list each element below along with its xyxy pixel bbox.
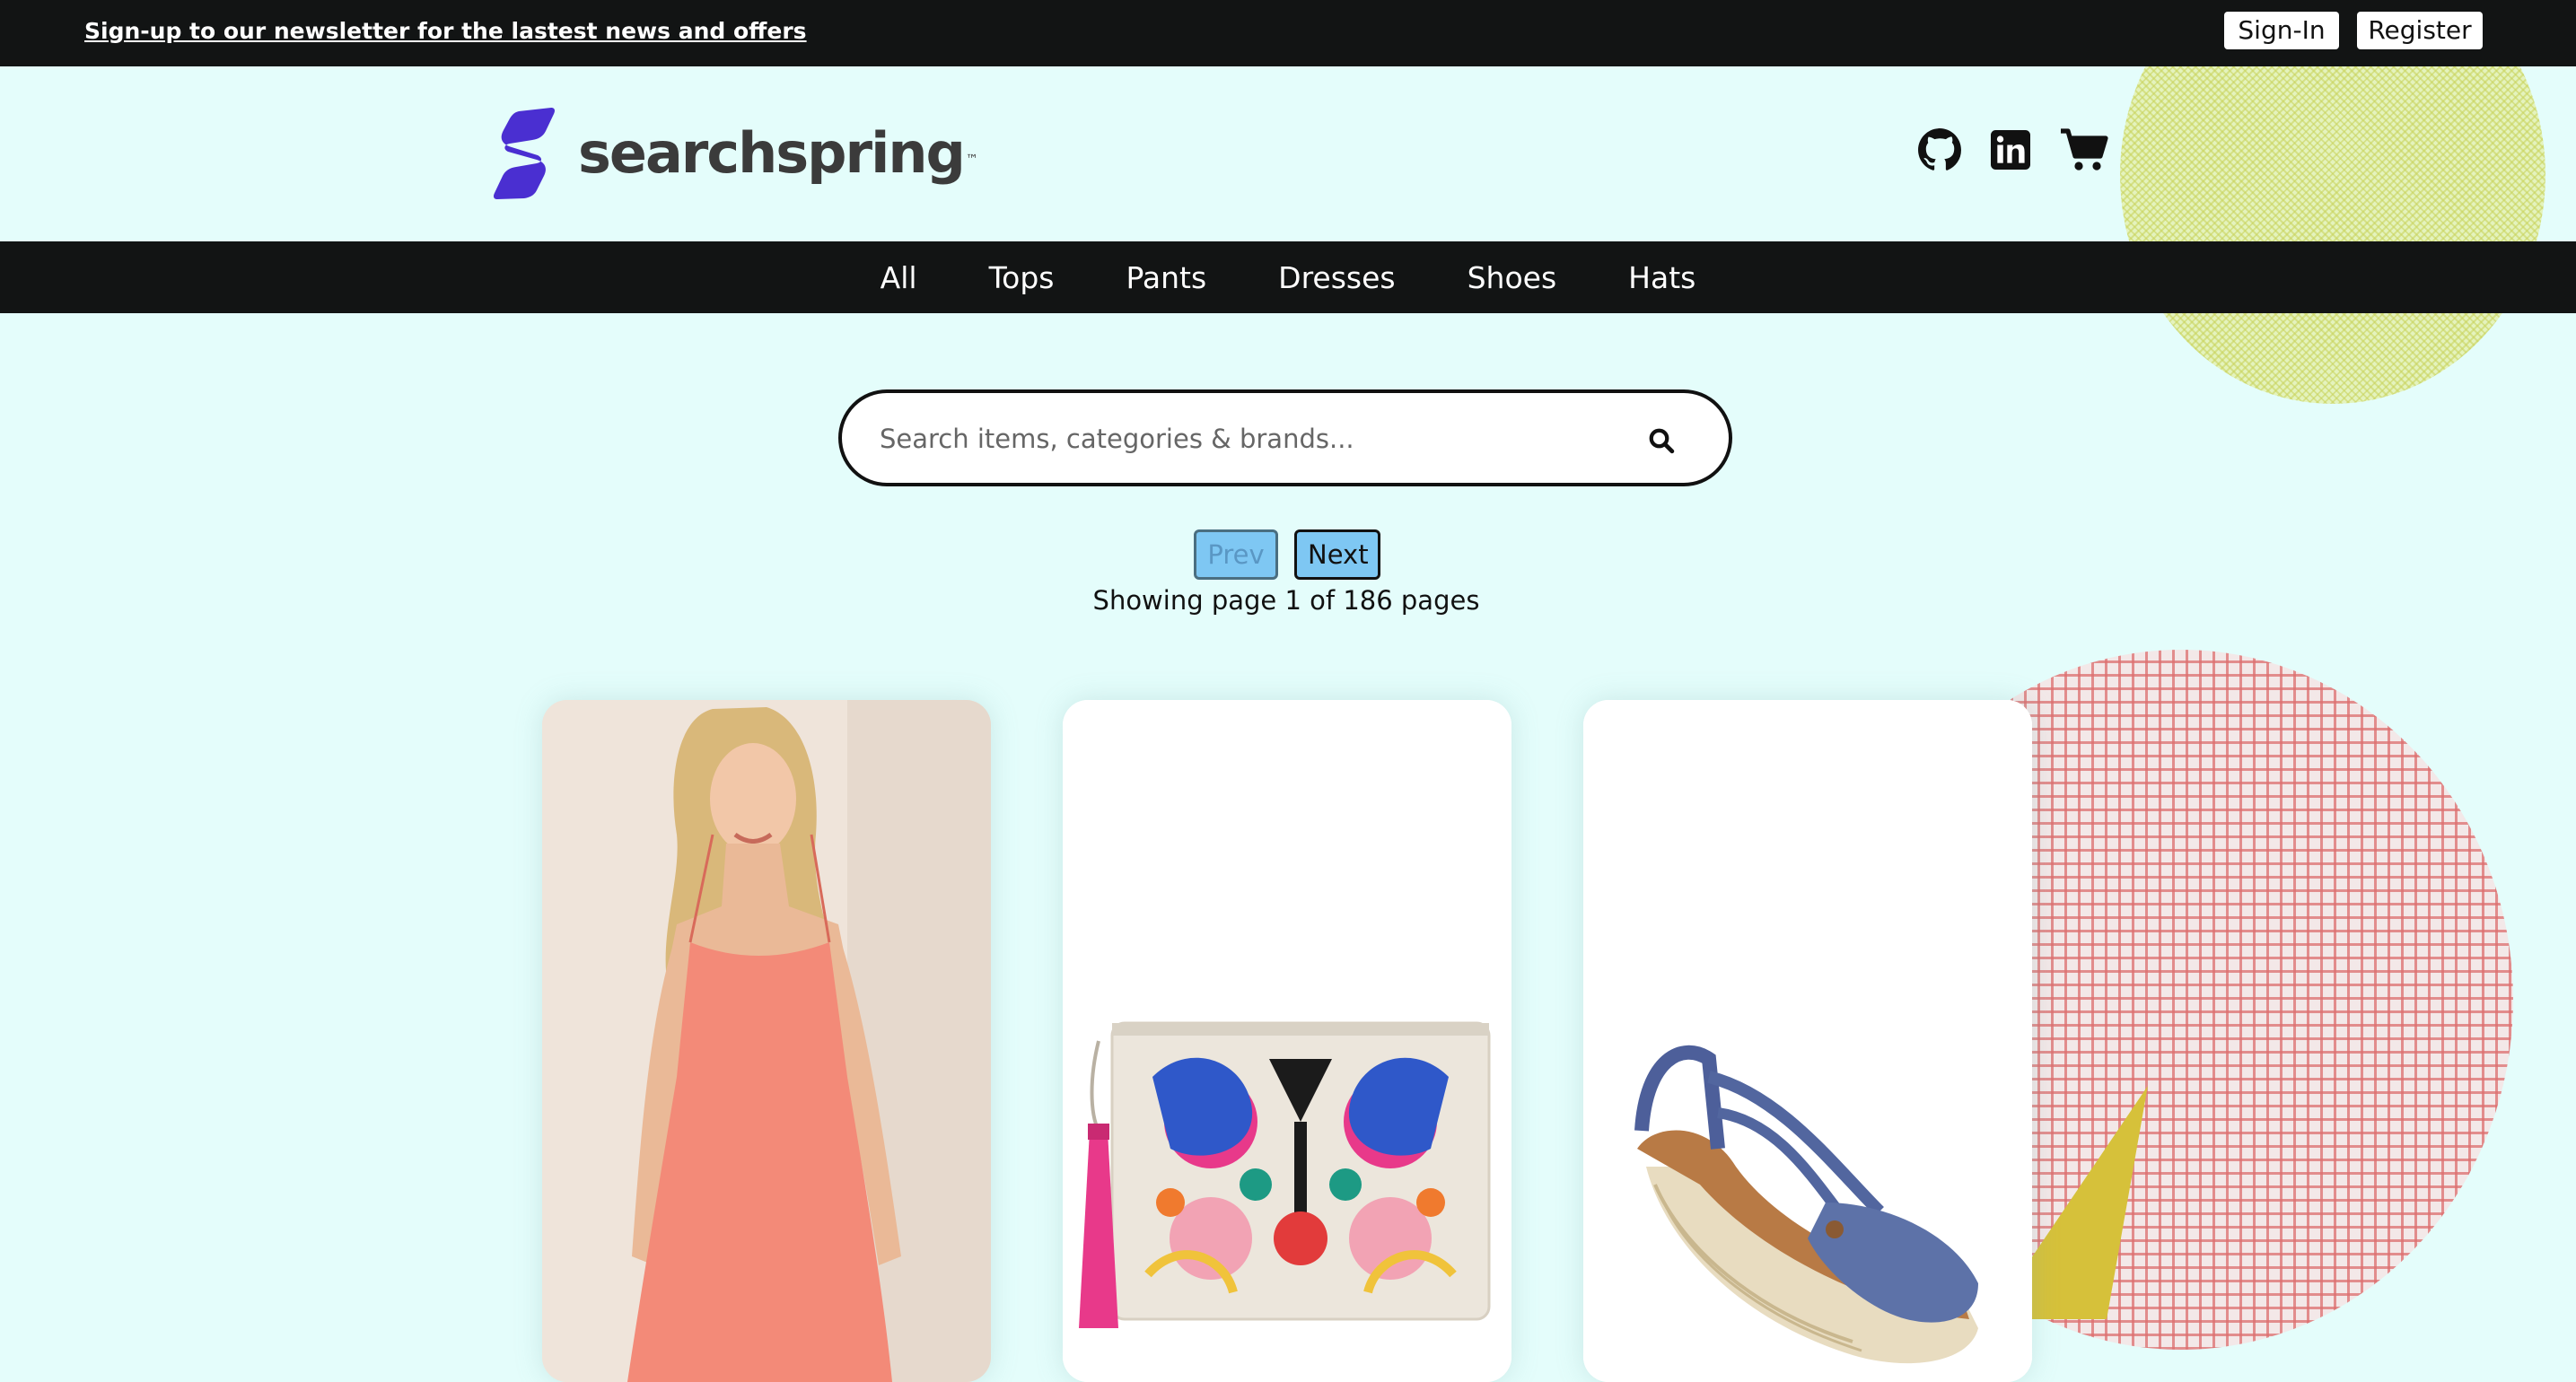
register-button[interactable]: Register bbox=[2357, 12, 2483, 49]
brand-name: searchspring bbox=[578, 119, 966, 186]
cart-icon bbox=[2061, 128, 2108, 171]
category-nav: All Tops Pants Dresses Shoes Hats bbox=[0, 241, 2576, 313]
nav-item-hats[interactable]: Hats bbox=[1628, 260, 1695, 295]
linkedin-icon bbox=[1991, 130, 2030, 170]
nav-item-tops[interactable]: Tops bbox=[989, 260, 1055, 295]
page-status-text: Showing page 1 of 186 pages bbox=[1092, 585, 1480, 616]
nav-item-pants[interactable]: Pants bbox=[1126, 260, 1206, 295]
linkedin-link[interactable] bbox=[1991, 130, 2030, 170]
sign-in-button[interactable]: Sign-In bbox=[2224, 12, 2339, 49]
header-icons bbox=[1917, 127, 2109, 172]
newsletter-signup-link[interactable]: Sign-up to our newsletter for the lastes… bbox=[84, 18, 807, 44]
brand-logo[interactable]: searchspring ™ bbox=[492, 106, 978, 199]
product-image-embroidered-clutch bbox=[1063, 700, 1511, 1382]
product-image-denim-espadrille bbox=[1583, 700, 2032, 1382]
product-card[interactable] bbox=[1063, 700, 1511, 1382]
next-page-button[interactable]: Next bbox=[1294, 529, 1380, 580]
search-input[interactable] bbox=[878, 416, 1599, 461]
github-link[interactable] bbox=[1917, 127, 1962, 172]
cart-link[interactable] bbox=[2059, 127, 2109, 172]
nav-item-shoes[interactable]: Shoes bbox=[1468, 260, 1557, 295]
trademark-symbol: ™ bbox=[965, 153, 978, 167]
product-card[interactable] bbox=[542, 700, 991, 1382]
newsletter-bar: Sign-up to our newsletter for the lastes… bbox=[0, 0, 2576, 66]
searchspring-logo-icon bbox=[494, 108, 555, 199]
search-button[interactable] bbox=[1648, 427, 1675, 458]
nav-item-dresses[interactable]: Dresses bbox=[1278, 260, 1395, 295]
nav-item-all[interactable]: All bbox=[881, 260, 917, 295]
product-card[interactable] bbox=[1583, 700, 2032, 1382]
prev-page-button[interactable]: Prev bbox=[1194, 529, 1278, 580]
search-icon bbox=[1649, 428, 1675, 454]
github-icon bbox=[1918, 128, 1961, 171]
search-bar bbox=[838, 389, 1732, 486]
product-image-coral-dress bbox=[542, 700, 991, 1382]
